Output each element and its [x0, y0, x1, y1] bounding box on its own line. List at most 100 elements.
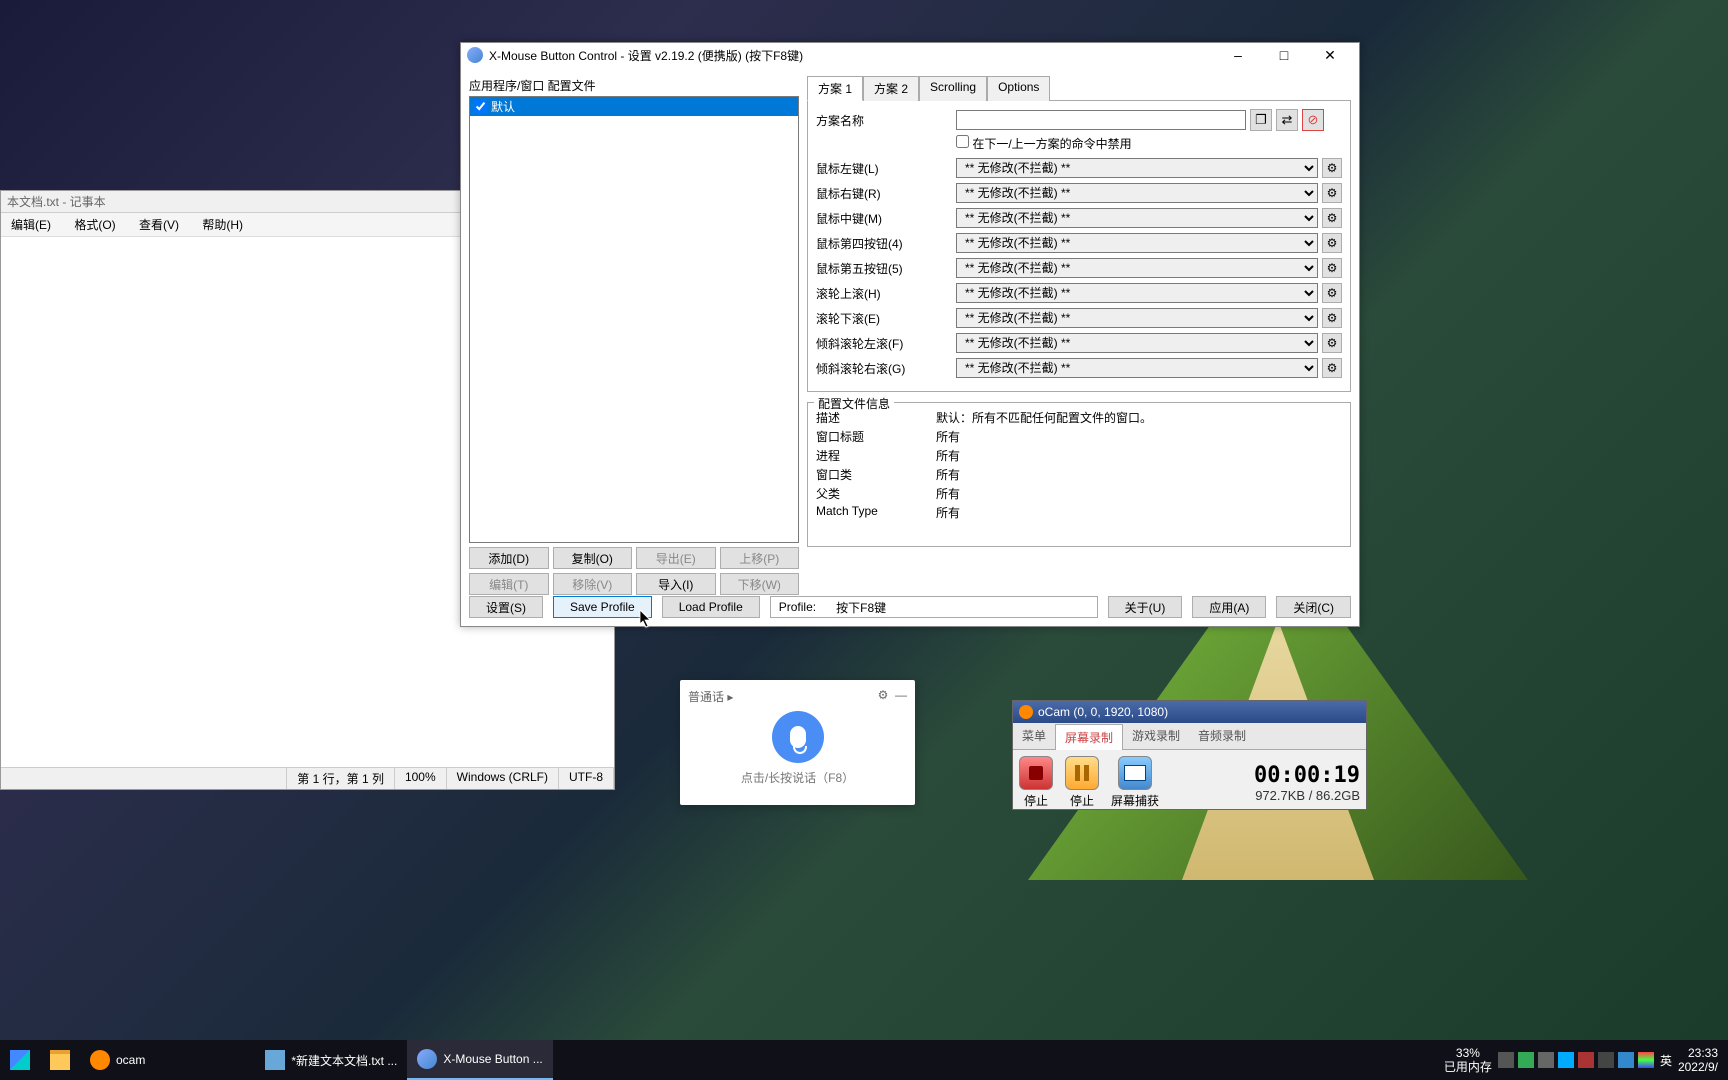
xmbc-titlebar[interactable]: X-Mouse Button Control - 设置 v2.19.2 (便携版… — [461, 43, 1359, 67]
minimize-button[interactable]: – — [1215, 43, 1261, 67]
xmbc-title-text: X-Mouse Button Control - 设置 v2.19.2 (便携版… — [489, 47, 1215, 64]
save-profile-button[interactable]: Save Profile — [553, 596, 652, 618]
gear-icon[interactable]: ⚙ — [1322, 183, 1342, 203]
copy-layer-icon[interactable]: ❐ — [1250, 109, 1272, 131]
gear-icon[interactable]: ⚙ — [1322, 258, 1342, 278]
notepad-menu-format[interactable]: 格式(O) — [64, 216, 125, 234]
load-profile-button[interactable]: Load Profile — [662, 596, 760, 618]
button-label: 鼠标左键(L) — [816, 160, 956, 177]
taskbar-ocam[interactable]: ocam — [80, 1040, 155, 1080]
gear-icon[interactable]: ⚙ — [1322, 233, 1342, 253]
tab-options[interactable]: Options — [987, 76, 1050, 101]
gear-icon[interactable]: ⚙ — [1322, 333, 1342, 353]
start-button[interactable] — [0, 1040, 40, 1080]
apply-button[interactable]: 应用(A) — [1192, 596, 1266, 618]
ime-indicator[interactable]: 英 — [1660, 1052, 1672, 1069]
clear-layer-icon[interactable]: ⊘ — [1302, 109, 1324, 131]
profile-display: Profile: 按下F8键 — [770, 596, 1098, 618]
memory-indicator[interactable]: 33%已用内存 — [1444, 1046, 1492, 1075]
button-action-select[interactable]: ** 无修改(不拦截) ** — [956, 358, 1318, 378]
mic-button[interactable] — [772, 711, 824, 763]
taskbar-xmbc[interactable]: X-Mouse Button ... — [407, 1040, 552, 1080]
disable-checkbox[interactable] — [956, 135, 969, 148]
speech-lang[interactable]: 普通话 ▸ — [688, 688, 733, 705]
close-app-button[interactable]: 关闭(C) — [1276, 596, 1351, 618]
gear-icon[interactable]: ⚙ — [1322, 283, 1342, 303]
tray-icon[interactable] — [1598, 1052, 1614, 1068]
ocam-titlebar[interactable]: oCam (0, 0, 1920, 1080) — [1013, 701, 1366, 723]
profile-checkbox[interactable] — [474, 100, 487, 113]
ocam-app-icon — [1019, 705, 1033, 719]
speech-gear-icon[interactable]: ⚙ — [878, 688, 889, 702]
tray-icon[interactable] — [1518, 1052, 1534, 1068]
tray-icon[interactable] — [1578, 1052, 1594, 1068]
profile-item-default[interactable]: 默认 — [470, 97, 798, 116]
add-button[interactable]: 添加(D) — [469, 547, 549, 569]
export-button[interactable]: 导出(E) — [636, 547, 716, 569]
button-row-5: 滚轮上滚(H)** 无修改(不拦截) **⚙ — [816, 283, 1342, 303]
ocam-tab-audio[interactable]: 音频录制 — [1189, 723, 1255, 749]
button-row-6: 滚轮下滚(E)** 无修改(不拦截) **⚙ — [816, 308, 1342, 328]
status-enc: UTF-8 — [559, 768, 614, 789]
moveup-button[interactable]: 上移(P) — [720, 547, 800, 569]
settings-button[interactable]: 设置(S) — [469, 596, 543, 618]
ocam-tab-game[interactable]: 游戏录制 — [1123, 723, 1189, 749]
tab-scrolling[interactable]: Scrolling — [919, 76, 987, 101]
notepad-menu-edit[interactable]: 编辑(E) — [1, 216, 61, 234]
gear-icon[interactable]: ⚙ — [1322, 308, 1342, 328]
tray-icon[interactable] — [1638, 1052, 1654, 1068]
bluetooth-icon[interactable] — [1618, 1052, 1634, 1068]
xmbc-bottom-bar: 设置(S) Save Profile Load Profile Profile:… — [469, 596, 1351, 618]
tray-icon[interactable] — [1538, 1052, 1554, 1068]
about-button[interactable]: 关于(U) — [1108, 596, 1183, 618]
gear-icon[interactable]: ⚙ — [1322, 208, 1342, 228]
import-button[interactable]: 导入(I) — [636, 573, 716, 595]
ocam-capture-button[interactable]: 屏幕捕获 — [1111, 756, 1159, 809]
button-action-select[interactable]: ** 无修改(不拦截) ** — [956, 333, 1318, 353]
profile-info-box: 配置文件信息 描述默认：所有不匹配任何配置文件的窗口。 窗口标题所有 进程所有 … — [807, 402, 1351, 547]
button-row-1: 鼠标右键(R)** 无修改(不拦截) **⚙ — [816, 183, 1342, 203]
gear-icon[interactable]: ⚙ — [1322, 158, 1342, 178]
ocam-window: oCam (0, 0, 1920, 1080) 菜单 屏幕录制 游戏录制 音频录… — [1012, 700, 1367, 810]
notepad-menu-help[interactable]: 帮助(H) — [192, 216, 253, 234]
layer-name-input[interactable] — [956, 110, 1246, 130]
taskbar: ocam *新建文本文档.txt ... X-Mouse Button ... … — [0, 1040, 1728, 1080]
button-row-4: 鼠标第五按钮(5)** 无修改(不拦截) **⚙ — [816, 258, 1342, 278]
edit-button[interactable]: 编辑(T) — [469, 573, 549, 595]
remove-button[interactable]: 移除(V) — [553, 573, 633, 595]
copy-button[interactable]: 复制(O) — [553, 547, 633, 569]
button-action-select[interactable]: ** 无修改(不拦截) ** — [956, 283, 1318, 303]
clock[interactable]: 23:332022/9/ — [1678, 1046, 1718, 1075]
button-action-select[interactable]: ** 无修改(不拦截) ** — [956, 158, 1318, 178]
profile-value: 按下F8键 — [836, 599, 886, 616]
tab-layer1[interactable]: 方案 1 — [807, 76, 863, 101]
maximize-button[interactable]: □ — [1261, 43, 1307, 67]
tray-icon[interactable] — [1558, 1052, 1574, 1068]
button-label: 鼠标中键(M) — [816, 210, 956, 227]
movedown-button[interactable]: 下移(W) — [720, 573, 800, 595]
taskbar-explorer[interactable] — [40, 1040, 80, 1080]
ocam-timer: 00:00:19 — [1254, 763, 1360, 788]
button-action-select[interactable]: ** 无修改(不拦截) ** — [956, 183, 1318, 203]
ocam-stop-button[interactable]: 停止 — [1019, 756, 1053, 809]
button-action-select[interactable]: ** 无修改(不拦截) ** — [956, 233, 1318, 253]
ocam-pause-button[interactable]: 停止 — [1065, 756, 1099, 809]
button-action-select[interactable]: ** 无修改(不拦截) ** — [956, 208, 1318, 228]
notepad-menu-view[interactable]: 查看(V) — [129, 216, 189, 234]
ocam-tab-screen[interactable]: 屏幕录制 — [1055, 724, 1123, 750]
taskbar-notepad[interactable]: *新建文本文档.txt ... — [255, 1040, 407, 1080]
gear-icon[interactable]: ⚙ — [1322, 358, 1342, 378]
ocam-tab-menu[interactable]: 菜单 — [1013, 723, 1055, 749]
button-action-select[interactable]: ** 无修改(不拦截) ** — [956, 258, 1318, 278]
profile-list[interactable]: 默认 — [469, 96, 799, 543]
speech-minimize-icon[interactable]: — — [895, 688, 907, 702]
mic-icon — [790, 726, 806, 748]
tray-icon[interactable] — [1498, 1052, 1514, 1068]
tab-layer2[interactable]: 方案 2 — [863, 76, 919, 101]
system-tray[interactable] — [1498, 1052, 1654, 1068]
status-zoom: 100% — [395, 768, 447, 789]
disable-checkbox-label[interactable]: 在下一/上一方案的命令中禁用 — [956, 137, 1132, 151]
close-button[interactable]: ✕ — [1307, 43, 1353, 67]
button-action-select[interactable]: ** 无修改(不拦截) ** — [956, 308, 1318, 328]
swap-layer-icon[interactable]: ⇄ — [1276, 109, 1298, 131]
